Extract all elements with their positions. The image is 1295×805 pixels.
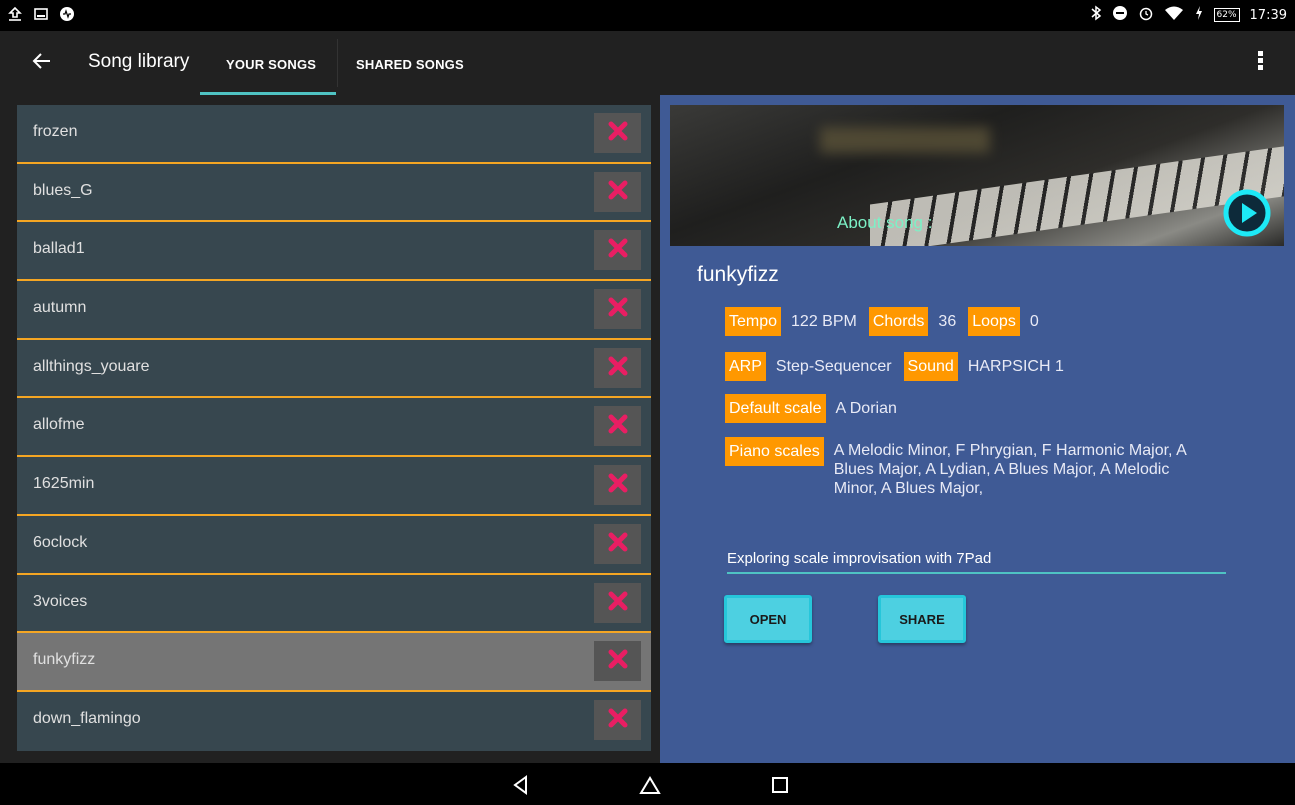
chords-value: 36 (938, 312, 957, 330)
song-list: frozen blues_G ballad1 autumn allthings_… (17, 105, 651, 751)
piano-scales-value: A Melodic Minor, F Phrygian, F Harmonic … (833, 442, 1186, 497)
delete-button[interactable] (594, 582, 641, 623)
tab-divider (337, 39, 338, 87)
list-item[interactable]: 6oclock (17, 515, 651, 575)
list-item[interactable]: autumn (17, 281, 651, 340)
song-name: ballad1 (33, 240, 85, 258)
list-item[interactable]: frozen (17, 105, 651, 164)
list-item[interactable]: down_flamingo (17, 691, 651, 751)
default-scale-row: Default scale A Dorian (725, 394, 899, 423)
piano-scales-tag: Piano scales (725, 437, 824, 466)
status-right-icons: 62% 17:39 (1090, 5, 1287, 25)
loops-tag: Loops (968, 307, 1020, 336)
delete-x-icon (608, 356, 628, 380)
image-icon (32, 5, 50, 23)
blurred-brand-text (820, 127, 990, 153)
delete-x-icon (608, 708, 628, 732)
delete-button[interactable] (594, 465, 641, 506)
song-name: 6oclock (33, 533, 88, 551)
delete-x-icon (608, 473, 628, 497)
delete-x-icon (608, 591, 628, 615)
arp-tag: ARP (725, 352, 766, 381)
song-list-pane: frozen blues_G ballad1 autumn allthings_… (0, 95, 660, 763)
song-name: autumn (33, 299, 87, 317)
app-notification-icon (58, 5, 76, 23)
song-name: 1625min (33, 475, 95, 493)
sound-tag: Sound (903, 352, 958, 381)
back-arrow-icon[interactable] (30, 49, 58, 77)
delete-button[interactable] (594, 406, 641, 447)
share-button[interactable]: SHARE (878, 595, 966, 643)
song-hero-image: About song : (670, 105, 1284, 246)
delete-x-icon (608, 649, 628, 673)
delete-button[interactable] (594, 230, 641, 271)
delete-button[interactable] (594, 523, 641, 564)
list-item[interactable]: 1625min (17, 457, 651, 516)
delete-x-icon (608, 297, 628, 321)
status-time: 17:39 (1249, 7, 1287, 23)
overflow-menu-icon[interactable] (1255, 49, 1265, 77)
page-title: Song library (88, 51, 190, 72)
description-field[interactable]: Exploring scale improvisation with 7Pad (727, 550, 1226, 574)
home-icon[interactable] (638, 773, 662, 797)
about-song-label: About song : (837, 213, 933, 232)
song-name: blues_G (33, 181, 93, 199)
do-not-disturb-icon (1112, 5, 1128, 25)
song-name: down_flamingo (33, 709, 141, 727)
delete-x-icon (608, 121, 628, 145)
play-icon[interactable] (1223, 189, 1271, 237)
list-item[interactable]: allthings_youare (17, 339, 651, 399)
bluetooth-icon (1090, 5, 1102, 25)
delete-x-icon (608, 414, 628, 438)
tab-shared-songs[interactable]: SHARED SONGS (356, 57, 464, 72)
sound-value: HARPSICH 1 (967, 357, 1064, 375)
default-scale-tag: Default scale (725, 394, 826, 423)
alarm-icon (1138, 5, 1154, 25)
navigation-bar (0, 763, 1295, 805)
upload-icon (6, 5, 24, 23)
list-item[interactable]: ballad1 (17, 222, 651, 282)
recent-apps-icon[interactable] (768, 773, 792, 797)
open-button[interactable]: OPEN (724, 595, 812, 643)
list-item[interactable]: blues_G (17, 163, 651, 223)
chords-tag: Chords (868, 307, 929, 336)
wifi-icon (1164, 5, 1184, 25)
arp-value: Step-Sequencer (775, 357, 892, 375)
default-scale-value: A Dorian (835, 399, 897, 417)
delete-button[interactable] (594, 171, 641, 212)
back-triangle-icon[interactable] (509, 773, 533, 797)
song-detail-pane: About song : funkyfizz Tempo 122 BPM Cho… (660, 95, 1295, 763)
tempo-value: 122 BPM (791, 312, 857, 330)
tempo-tag: Tempo (725, 307, 782, 336)
charging-icon (1194, 5, 1204, 25)
list-item[interactable]: 3voices (17, 574, 651, 634)
delete-button[interactable] (594, 113, 641, 153)
arp-sound-row: ARP Step-Sequencer Sound HARPSICH 1 (725, 352, 1066, 381)
delete-button[interactable] (594, 699, 641, 740)
delete-x-icon (608, 238, 628, 262)
delete-button[interactable] (594, 347, 641, 388)
delete-button[interactable] (594, 641, 641, 682)
song-name: allofme (33, 416, 85, 434)
status-left-icons (6, 5, 76, 23)
song-name: 3voices (33, 592, 88, 610)
status-bar: 62% 17:39 (0, 0, 1295, 31)
piano-scales-row: Piano scales A Melodic Minor, F Phrygian… (725, 437, 1214, 498)
song-name: frozen (33, 123, 78, 140)
list-item[interactable]: allofme (17, 398, 651, 458)
delete-x-icon (608, 180, 628, 204)
tab-your-songs[interactable]: YOUR SONGS (226, 57, 316, 72)
song-name: funkyfizz (33, 651, 96, 669)
app-bar: Song library YOUR SONGS SHARED SONGS (0, 31, 1295, 95)
tempo-chords-loops-row: Tempo 122 BPM Chords 36 Loops 0 (725, 307, 1041, 336)
delete-button[interactable] (594, 289, 641, 330)
song-name: allthings_youare (33, 357, 150, 375)
battery-level: 62% (1213, 8, 1240, 22)
list-item-selected[interactable]: funkyfizz (17, 633, 651, 692)
song-title: funkyfizz (697, 263, 779, 286)
delete-x-icon (608, 532, 628, 556)
loops-value: 0 (1029, 312, 1039, 330)
